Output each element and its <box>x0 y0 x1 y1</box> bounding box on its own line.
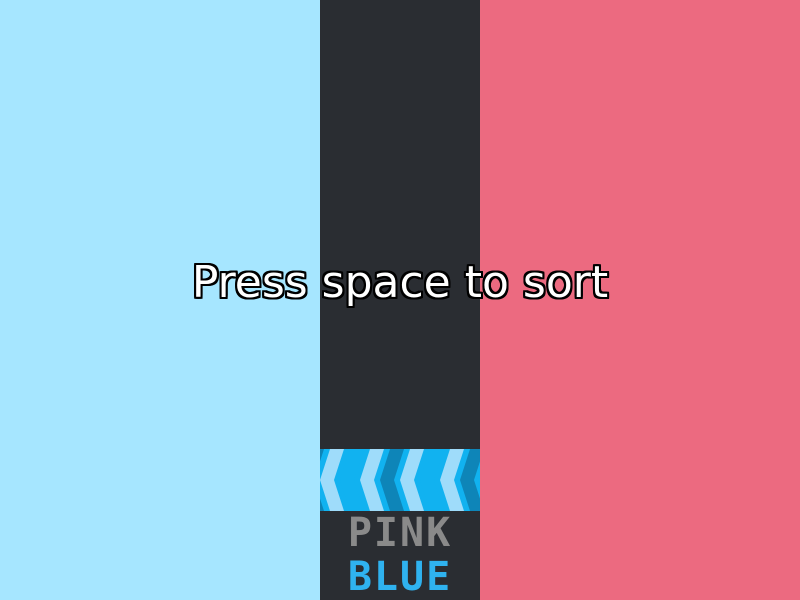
queue-word-blue: BLUE <box>347 554 453 600</box>
conveyor-belt <box>320 449 480 511</box>
conveyor-chevrons <box>320 449 480 511</box>
word-queue-panel: PINK BLUE <box>320 511 480 600</box>
press-space-prompt: Press space to sort <box>191 257 609 308</box>
queue-word-pink: PINK <box>347 511 453 556</box>
game-stage[interactable]: Press space to sort PINK BLUE <box>0 0 800 600</box>
